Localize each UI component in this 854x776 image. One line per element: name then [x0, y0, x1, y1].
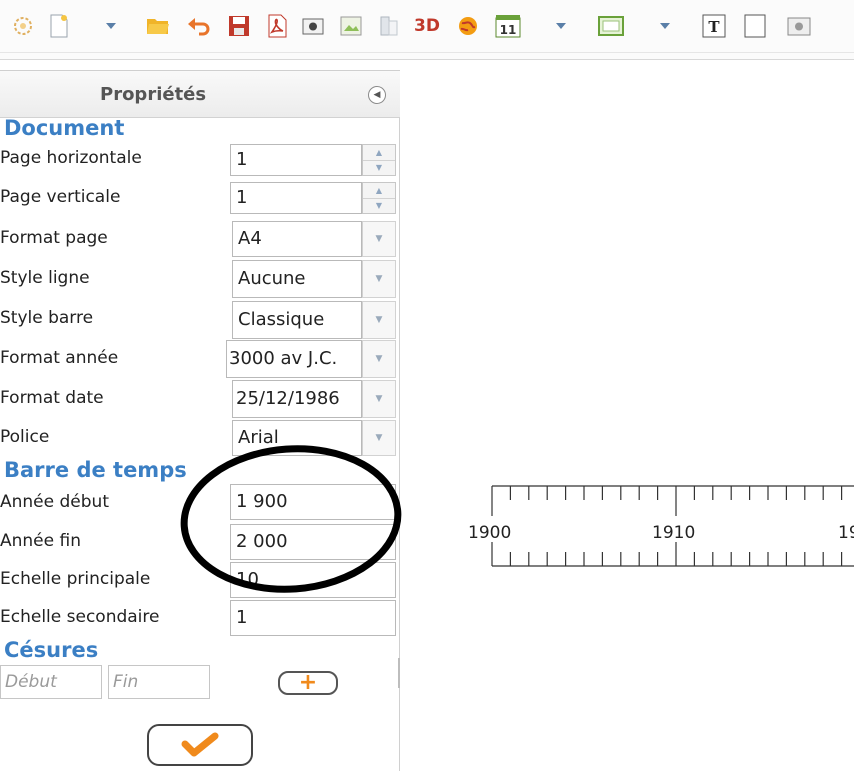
svg-text:T: T: [708, 18, 720, 36]
toolbar-divider: [0, 52, 854, 53]
label-page-verticale: Page verticale: [0, 187, 121, 207]
svg-text:11: 11: [500, 23, 517, 37]
timeline-label-19: 19: [838, 523, 854, 543]
frame-icon[interactable]: [596, 12, 626, 40]
cesure-debut-input[interactable]: Début: [0, 665, 102, 699]
export-pdf-icon[interactable]: [264, 12, 290, 40]
style-barre-dropdown-icon[interactable]: ▼: [362, 301, 396, 339]
timeline-canvas[interactable]: 1900 1910 19: [406, 70, 854, 771]
panel-header: Propriétés ◀: [0, 70, 400, 118]
panel-title: Propriétés: [100, 84, 207, 105]
layers-icon[interactable]: [376, 12, 402, 40]
style-barre-select[interactable]: Classique: [232, 301, 362, 339]
save-icon[interactable]: [226, 12, 252, 40]
properties-panel: Propriétés ◀ Document Page horizontale 1…: [0, 70, 400, 771]
collapse-panel-icon[interactable]: ◀: [368, 86, 386, 104]
label-annee-fin: Année fin: [0, 531, 81, 551]
calendar-dropdown-arrow-icon[interactable]: [548, 12, 574, 40]
plus-icon: +: [298, 670, 318, 695]
format-page-select[interactable]: A4: [232, 221, 362, 257]
label-echelle-secondaire: Echelle secondaire: [0, 607, 160, 627]
label-police: Police: [0, 427, 50, 447]
annee-debut-input[interactable]: 1 900: [230, 484, 396, 520]
rectangle-icon[interactable]: [742, 12, 768, 40]
validate-button[interactable]: [147, 724, 253, 766]
label-format-page: Format page: [0, 228, 108, 248]
stepper-up-icon[interactable]: ▲: [363, 183, 395, 198]
timeline-ruler: 1900 1910 19: [468, 485, 854, 567]
style-ligne-dropdown-icon[interactable]: ▼: [362, 260, 396, 298]
format-annee-select[interactable]: 3000 av J.C.: [226, 340, 362, 378]
text-box-icon[interactable]: T: [701, 12, 727, 40]
3d-icon[interactable]: 3D: [410, 12, 444, 40]
camera-icon[interactable]: [300, 12, 326, 40]
timeline-label-1900: 1900: [468, 523, 511, 543]
stepper-down-icon[interactable]: ▼: [363, 197, 395, 214]
page-horizontale-stepper[interactable]: ▲ ▼: [362, 144, 396, 176]
echelle-principale-input[interactable]: 10: [230, 562, 396, 598]
checkmark-icon: [181, 732, 219, 757]
3d-label: 3D: [414, 16, 440, 36]
toolbar: 3D 11 T: [0, 0, 854, 60]
format-date-dropdown-icon[interactable]: ▼: [362, 380, 396, 418]
label-format-annee: Format année: [0, 348, 119, 368]
edit-image-icon[interactable]: [338, 12, 364, 40]
section-cesures: Césures: [4, 638, 99, 662]
image-icon[interactable]: [786, 12, 812, 40]
new-dropdown-arrow-icon[interactable]: [98, 12, 124, 40]
format-annee-dropdown-icon[interactable]: ▼: [362, 340, 396, 378]
police-select[interactable]: Arial: [232, 420, 362, 456]
page-horizontale-input[interactable]: 1: [230, 144, 362, 176]
format-page-dropdown-icon[interactable]: ▼: [362, 221, 396, 257]
label-style-barre: Style barre: [0, 308, 94, 328]
format-date-select[interactable]: 25/12/1986: [232, 380, 362, 418]
echelle-secondaire-input[interactable]: 1: [230, 600, 396, 636]
new-document-icon[interactable]: [46, 12, 72, 40]
label-echelle-principale: Echelle principale: [0, 569, 151, 589]
cesure-fin-input[interactable]: Fin: [108, 665, 210, 699]
stepper-down-icon[interactable]: ▼: [363, 159, 395, 176]
calendar-icon[interactable]: 11: [493, 12, 523, 40]
label-page-horizontale: Page horizontale: [0, 148, 142, 168]
add-cesure-button[interactable]: +: [278, 671, 338, 695]
label-style-ligne: Style ligne: [0, 268, 90, 288]
label-annee-debut: Année début: [0, 492, 109, 512]
panel-divider: [398, 658, 400, 688]
annee-fin-input[interactable]: 2 000: [230, 524, 396, 560]
stepper-up-icon[interactable]: ▲: [363, 145, 395, 160]
page-verticale-input[interactable]: 1: [230, 182, 362, 214]
style-ligne-select[interactable]: Aucune: [232, 260, 362, 298]
timeline-label-1910: 1910: [652, 523, 695, 543]
page-verticale-stepper[interactable]: ▲ ▼: [362, 182, 396, 214]
open-folder-icon[interactable]: [145, 12, 171, 40]
section-barre-de-temps: Barre de temps: [4, 458, 187, 482]
globe-icon[interactable]: [455, 12, 481, 40]
settings-icon[interactable]: [10, 12, 36, 40]
police-dropdown-icon[interactable]: ▼: [362, 420, 396, 456]
section-document: Document: [4, 116, 125, 140]
undo-icon[interactable]: [186, 12, 212, 40]
label-format-date: Format date: [0, 388, 104, 408]
frame-dropdown-arrow-icon[interactable]: [652, 12, 678, 40]
